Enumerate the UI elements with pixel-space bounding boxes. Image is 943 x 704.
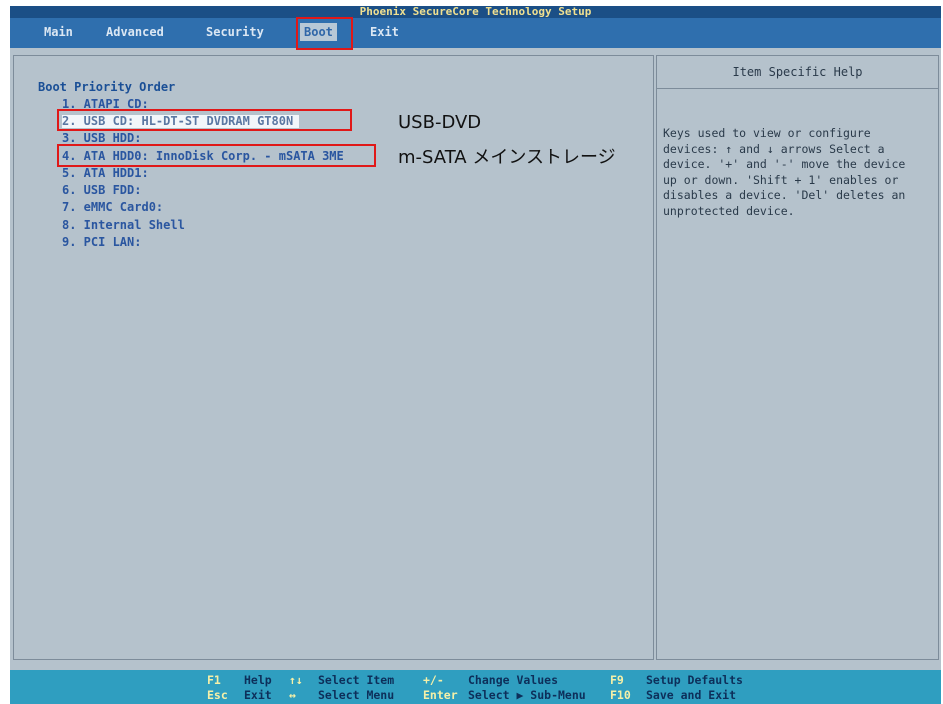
usb-dvd-callout-box xyxy=(57,109,352,131)
arrow-up-down-key: ↑↓ xyxy=(289,673,303,687)
section-title: Boot Priority Order xyxy=(38,80,176,94)
window-title: Phoenix SecureCore Technology Setup xyxy=(10,6,941,18)
help-desc: Help xyxy=(244,673,272,687)
boot-item-7[interactable]: 7. eMMC Card0: xyxy=(62,201,163,214)
tab-advanced[interactable]: Advanced xyxy=(106,23,164,41)
boot-item-6[interactable]: 6. USB FDD: xyxy=(62,184,141,197)
enter-key: Enter xyxy=(423,688,458,702)
plus-minus-key: +/- xyxy=(423,673,444,687)
f1-key: F1 xyxy=(207,673,221,687)
key-help-footer: F1 Help ↑↓ Select Item +/- Change Values… xyxy=(10,670,941,704)
boot-tab-callout-box xyxy=(296,17,353,50)
exit-desc: Exit xyxy=(244,688,272,702)
change-values-desc: Change Values xyxy=(468,673,559,687)
setup-defaults-desc: Setup Defaults xyxy=(646,673,743,687)
tab-exit[interactable]: Exit xyxy=(370,23,399,41)
boot-item-8[interactable]: 8. Internal Shell xyxy=(62,219,185,232)
esc-key: Esc xyxy=(207,688,228,702)
boot-item-5[interactable]: 5. ATA HDD1: xyxy=(62,167,149,180)
tab-security[interactable]: Security xyxy=(206,23,264,41)
boot-item-9[interactable]: 9. PCI LAN: xyxy=(62,236,141,249)
arrow-left-right-key: ↔ xyxy=(289,688,296,702)
save-and-exit-desc: Save and Exit xyxy=(646,688,737,702)
msata-annotation: m-SATA メインストレージ xyxy=(398,147,616,168)
select-menu-desc: Select Menu xyxy=(318,688,395,702)
item-help-panel: Item Specific Help Keys used to view or … xyxy=(656,55,939,660)
menu-bar: Main Advanced Security Boot Exit xyxy=(10,18,941,48)
select-submenu-desc: Select ▶ Sub-Menu xyxy=(468,688,586,702)
f9-key: F9 xyxy=(610,673,624,687)
select-item-desc: Select Item xyxy=(318,673,395,687)
tab-main[interactable]: Main xyxy=(44,23,73,41)
help-text: Keys used to view or configure devices: … xyxy=(663,126,906,218)
help-title: Item Specific Help xyxy=(657,56,938,89)
msata-callout-box xyxy=(57,144,376,167)
usb-dvd-annotation: USB-DVD xyxy=(398,112,482,133)
f10-key: F10 xyxy=(610,688,631,702)
